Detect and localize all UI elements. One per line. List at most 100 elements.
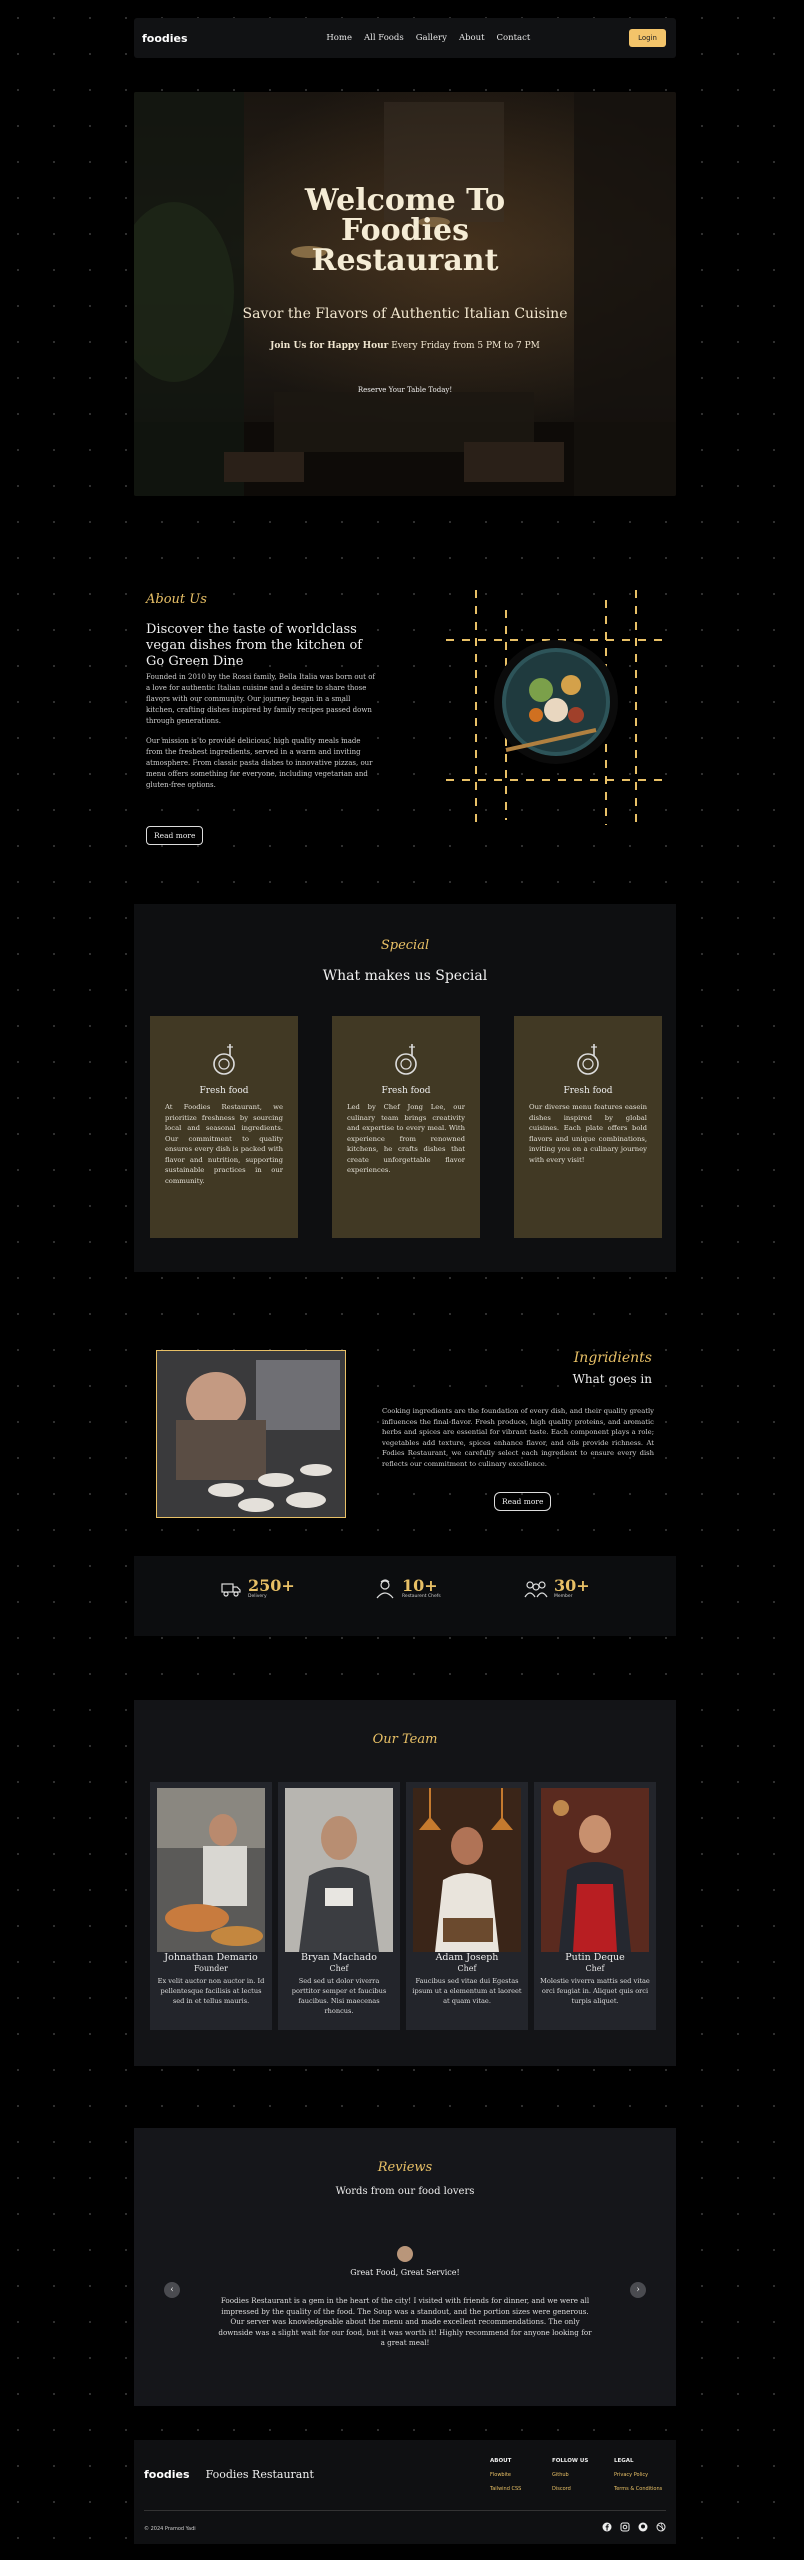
delivery-icon [221,1582,241,1597]
food-icon [577,1044,599,1075]
stat-number: 250+ [248,1576,295,1595]
team-member-card: Bryan Machado Chef Sed sed ut dolor vive… [278,1782,400,2030]
special-card-desc: At Foodies Restaurant, we prioritize fre… [165,1103,283,1185]
nav-link-all-foods[interactable]: All Foods [364,33,404,43]
hero-subtitle: Savor the Flavors of Authentic Italian C… [242,306,568,322]
ingredients-paragraph: Cooking ingredients are the foundation o… [382,1407,654,1468]
chevron-left-icon[interactable]: ‹ [164,2282,180,2298]
special-card-desc: Led by Chef Jong Lee, our culinary team … [347,1103,465,1174]
github-icon[interactable] [638,2522,648,2532]
footer-link[interactable]: Discord [552,2486,588,2492]
footer-divider [144,2510,666,2511]
chef-icon [376,1578,394,1598]
review-title: Great Food, Great Service! [350,2268,460,2277]
logo[interactable]: foodies [142,32,188,45]
about-read-more-button[interactable]: Read more [146,826,204,845]
team-section: Our Team Johnathan Demario Founder Ex ve… [134,1700,676,2066]
special-card: Fresh food Our diverse menu features eas… [514,1016,662,1238]
nav-link-about[interactable]: About [459,33,485,43]
social-icons [602,2522,666,2532]
special-card-title: Fresh food [563,1086,613,1096]
about-section: About Us Discover the taste of worldclas… [134,580,676,870]
stat-label: Restaurent Chefs [402,1594,441,1599]
footer-link[interactable]: Tailwind CSS [490,2486,521,2492]
footer-column-about: ABOUT Flowbite Tailwind CSS [490,2458,522,2492]
about-paragraph-2: Our mission is to provide delicious, hig… [146,737,373,789]
member-role: Chef [457,1964,477,1973]
footer-column-legal: LEGAL Privacy Policy Terms & Conditions [614,2458,663,2492]
special-card-title: Fresh food [199,1086,249,1096]
stat-number: 30+ [554,1576,590,1595]
nav-link-home[interactable]: Home [326,33,352,43]
food-bowl-image [446,590,666,830]
restaurant-interior-image [134,92,676,496]
ingredients-read-more-button[interactable]: Read more [494,1492,552,1511]
hero-title: Welcome To Foodies Restaurant [304,183,506,278]
footer-link[interactable]: Flowbite [490,2472,521,2478]
stat-number: 10+ [402,1576,438,1595]
reviews-title: Words from our food lovers [335,2186,475,2197]
footer-link[interactable]: Privacy Policy [614,2472,662,2478]
reviews-heading: Reviews [377,2160,433,2175]
member-name: Putin Deque [565,1952,625,1963]
team-member-card: Putin Deque Chef Molestie viverra mattis… [534,1782,656,2030]
special-section: Special What makes us Special Fresh food… [134,904,676,1272]
nav-link-contact[interactable]: Contact [497,33,531,43]
navbar: foodies Home All Foods Gallery About Con… [134,18,676,58]
member-name: Adam Joseph [435,1952,499,1963]
review-text: Foodies Restaurant is a gem in the heart… [218,2296,592,2347]
stat-chefs: 10+ Restaurent Chefs [374,1578,441,1599]
stats-section: 250+ Delivery 10+ Restaurent Chefs 30+ M… [134,1556,676,1636]
reviewer-avatar [397,2246,413,2262]
copyright: © 2024 Pramod Yadi [144,2526,196,2532]
member-bio: Faucibus sed vitae dui Egestas ipsum ut … [412,1977,522,2005]
footer-logo[interactable]: foodies [144,2468,190,2481]
member-photo [413,1788,521,1952]
special-card: Fresh food Led by Chef Jong Lee, our cul… [332,1016,480,1238]
footer-link[interactable]: Github [552,2472,588,2478]
happy-hour-text: Join Us for Happy Hour Every Friday from… [270,341,540,351]
footer-column-follow: FOLLOW US Github Discord [552,2458,589,2492]
food-icon [213,1044,235,1075]
member-name: Johnathan Demario [164,1952,258,1963]
member-photo [541,1788,649,1952]
food-icon [395,1044,417,1075]
nav-link-gallery[interactable]: Gallery [416,33,447,43]
instagram-icon[interactable] [620,2522,630,2532]
nav-links: Home All Foods Gallery About Contact [286,33,530,43]
team-heading: Our Team [372,1732,438,1747]
special-card-title: Fresh food [381,1086,431,1096]
reserve-table-link[interactable]: Reserve Your Table Today! [350,382,460,398]
login-button[interactable]: Login [629,29,666,47]
member-role: Founder [194,1964,228,1973]
member-bio: Ex velit auctor non auctor in. Id pellen… [157,1977,265,2005]
about-subheading: Discover the taste of worldclass vegan d… [146,622,363,669]
ingredients-section: Ingridients What goes in Cooking ingredi… [134,1350,676,1520]
member-role: Chef [329,1964,349,1973]
member-bio: Sed sed ut dolor viverra porttitor sempe… [291,1977,387,2015]
footer-restaurant-name: Foodies Restaurant [205,2468,314,2481]
special-card-desc: Our diverse menu features easein dishes … [529,1103,647,1164]
ingredients-heading: Ingridients [573,1350,652,1366]
team-member-card: Adam Joseph Chef Faucibus sed vitae dui … [406,1782,528,2030]
member-photo [285,1788,393,1952]
chevron-right-icon[interactable]: › [630,2282,646,2298]
about-paragraph-1: Founded in 2010 by the Rossi family, Bel… [146,673,375,725]
about-heading: About Us [146,592,207,607]
footer: foodies Foodies Restaurant ABOUT Flowbit… [134,2440,676,2544]
facebook-icon[interactable] [602,2522,612,2532]
special-heading: Special [380,938,430,953]
reviews-section: Reviews Words from our food lovers Great… [134,2128,676,2406]
dribbble-icon[interactable] [656,2522,666,2532]
member-bio: Molestie viverra mattis sed vitae orci f… [540,1977,650,2005]
hero-section: Welcome To Foodies Restaurant Savor the … [134,92,676,496]
chef-plating-image [156,1350,346,1518]
stat-delivery: 250+ Delivery [220,1578,295,1599]
special-card: Fresh food At Foodies Restaurant, we pri… [150,1016,298,1238]
stat-members: 30+ Member [524,1578,590,1599]
special-title: What makes us Special [322,968,488,984]
team-member-card: Johnathan Demario Founder Ex velit aucto… [150,1782,272,2030]
footer-link[interactable]: Terms & Conditions [614,2486,662,2492]
member-name: Bryan Machado [301,1952,377,1963]
members-icon [524,1580,548,1597]
